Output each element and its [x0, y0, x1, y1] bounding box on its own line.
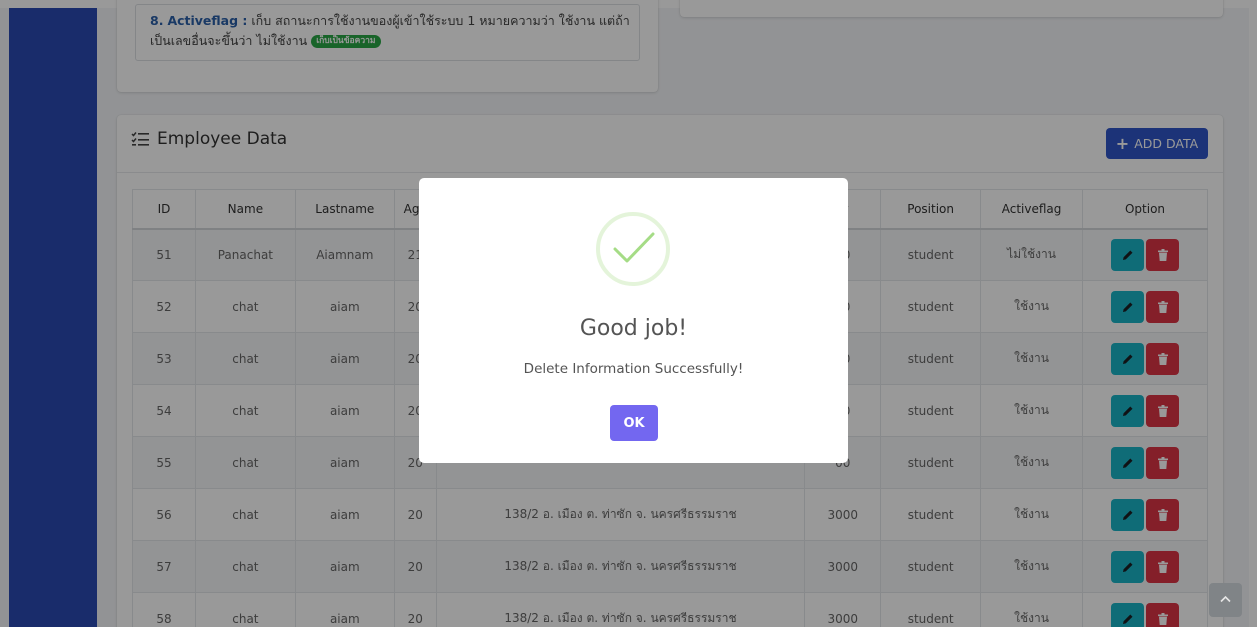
- success-icon-ring: [596, 212, 670, 286]
- success-dialog: Good job! Delete Information Successfull…: [419, 178, 848, 463]
- checkmark-icon: [613, 232, 655, 263]
- dialog-title: Good job!: [579, 316, 688, 341]
- dialog-message: Delete Information Successfully!: [523, 361, 744, 377]
- ok-button[interactable]: OK: [610, 405, 658, 441]
- chevron-up-icon: [1220, 595, 1231, 603]
- scroll-to-top-button[interactable]: [1209, 583, 1242, 617]
- app-frame: 8. Activeflag : เก็บ สถานะการใช้งานของผู…: [0, 0, 1257, 627]
